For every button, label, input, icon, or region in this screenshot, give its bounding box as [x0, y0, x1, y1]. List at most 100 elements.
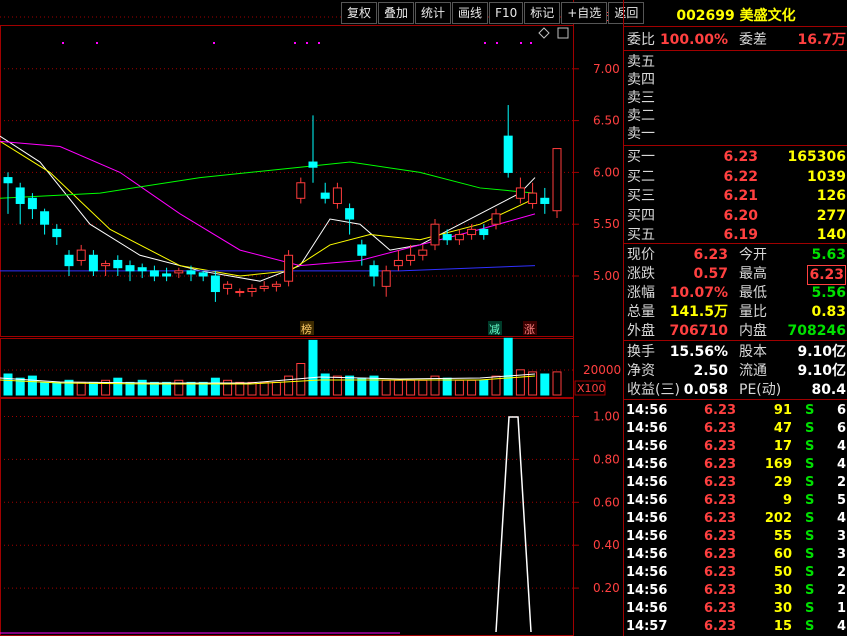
candle[interactable]	[137, 267, 147, 272]
f10-button[interactable]: F10	[489, 2, 524, 24]
candle[interactable]	[381, 270, 391, 287]
candle[interactable]	[88, 254, 98, 272]
candle[interactable]	[284, 254, 294, 282]
tick-count: 2	[836, 565, 846, 580]
tick-price: 6.23	[704, 457, 737, 472]
volume-bar	[52, 381, 62, 396]
signal-dot	[318, 42, 320, 44]
candle[interactable]	[259, 285, 269, 289]
tick-row: 14:56 6.23 29 S 2	[624, 474, 847, 492]
candle[interactable]	[308, 161, 318, 168]
candle[interactable]	[540, 197, 550, 204]
candle[interactable]	[430, 223, 440, 246]
candle[interactable]	[479, 228, 489, 236]
volume-bar	[393, 379, 403, 396]
price-tick-label: 6.50	[593, 114, 620, 128]
candle[interactable]	[52, 228, 62, 238]
candle[interactable]	[223, 283, 233, 289]
stats-button[interactable]: 统计	[415, 2, 452, 24]
candle[interactable]	[442, 234, 452, 241]
candle[interactable]	[210, 275, 220, 293]
candle[interactable]	[113, 259, 123, 269]
marker-jian[interactable]: 减	[489, 323, 500, 336]
tick-volume: 30	[773, 601, 792, 616]
tick-volume: 50	[773, 565, 792, 580]
candle[interactable]	[76, 249, 86, 261]
sell-row: 卖四	[627, 72, 655, 88]
candle[interactable]	[247, 287, 257, 293]
tick-count: 4	[836, 619, 846, 634]
marker-zhang[interactable]: 涨	[524, 323, 535, 336]
tick-price: 6.23	[704, 583, 737, 598]
candle[interactable]	[174, 270, 184, 274]
tick-side: S	[805, 529, 815, 544]
price-tick-label: 7.00	[593, 62, 620, 76]
candle[interactable]	[3, 177, 13, 184]
volume-bar	[406, 379, 416, 396]
overlay-button[interactable]: 叠加	[378, 2, 415, 24]
candle[interactable]	[528, 192, 538, 204]
candle[interactable]	[418, 249, 428, 256]
candle[interactable]	[491, 213, 501, 225]
candle[interactable]	[64, 254, 74, 267]
tick-time: 14:56	[626, 421, 668, 436]
quote-value: 708246	[787, 323, 846, 339]
signal-dot	[484, 42, 486, 44]
candle[interactable]	[503, 135, 513, 173]
candle[interactable]	[552, 148, 562, 212]
tick-price: 6.23	[704, 439, 737, 454]
candle[interactable]	[332, 187, 342, 204]
candle[interactable]	[454, 234, 464, 241]
tick-side: S	[805, 601, 815, 616]
candle[interactable]	[27, 197, 37, 210]
volume-ma10-line	[0, 375, 536, 385]
price-tick-label: 6.00	[593, 165, 620, 179]
price-tick-label: 5.50	[593, 217, 620, 231]
candle[interactable]	[357, 244, 367, 256]
draw-line-button[interactable]: 画线	[452, 2, 489, 24]
ma20-line	[0, 140, 536, 267]
tick-side: S	[805, 619, 815, 634]
tick-side: S	[805, 583, 815, 598]
candle[interactable]	[369, 265, 379, 277]
candle[interactable]	[515, 187, 525, 199]
tick-side: S	[805, 421, 815, 436]
mark-button[interactable]: 标记	[524, 2, 561, 24]
candle[interactable]	[296, 182, 306, 199]
marker-bang[interactable]: 榜	[301, 322, 312, 336]
tick-row: 14:56 6.23 17 S 4	[624, 438, 847, 456]
candle[interactable]	[271, 283, 281, 287]
candle[interactable]	[320, 192, 330, 199]
tick-row: 14:56 6.23 30 S 1	[624, 600, 847, 618]
sell-row: 卖三	[627, 90, 655, 106]
indicator-tick-label: 0.60	[593, 495, 620, 509]
candle[interactable]	[198, 272, 208, 277]
candle[interactable]	[125, 265, 135, 272]
candle[interactable]	[101, 263, 111, 267]
buy-volume: 140	[816, 227, 846, 243]
tick-price: 6.23	[704, 493, 737, 508]
fuquan-button[interactable]: 复权	[341, 2, 378, 24]
quote-value: 5.56	[811, 285, 846, 301]
kline-chart[interactable]: 9.008.508.007.507.006.506.005.505.002000…	[0, 0, 623, 636]
chart-scroll-icon[interactable]	[557, 27, 569, 39]
volume-bar	[503, 337, 513, 396]
stat-value: 9.10亿	[797, 363, 846, 379]
tick-volume: 202	[764, 511, 792, 526]
tick-price: 6.23	[704, 403, 737, 418]
tick-count: 4	[836, 439, 846, 454]
candle[interactable]	[406, 254, 416, 261]
candle[interactable]	[235, 291, 245, 294]
candle[interactable]	[345, 208, 355, 220]
candle[interactable]	[149, 270, 159, 277]
candle[interactable]	[15, 187, 25, 204]
add-watchlist-button[interactable]: +自选	[561, 2, 608, 24]
candle[interactable]	[186, 270, 196, 275]
diamond-icon[interactable]	[538, 27, 550, 39]
candle[interactable]	[40, 211, 50, 225]
candle[interactable]	[467, 228, 477, 236]
stat-row: 净资 2.50 流通 9.10亿	[627, 363, 846, 379]
candle[interactable]	[162, 273, 172, 277]
tick-price: 6.23	[704, 601, 737, 616]
candle[interactable]	[393, 259, 403, 267]
